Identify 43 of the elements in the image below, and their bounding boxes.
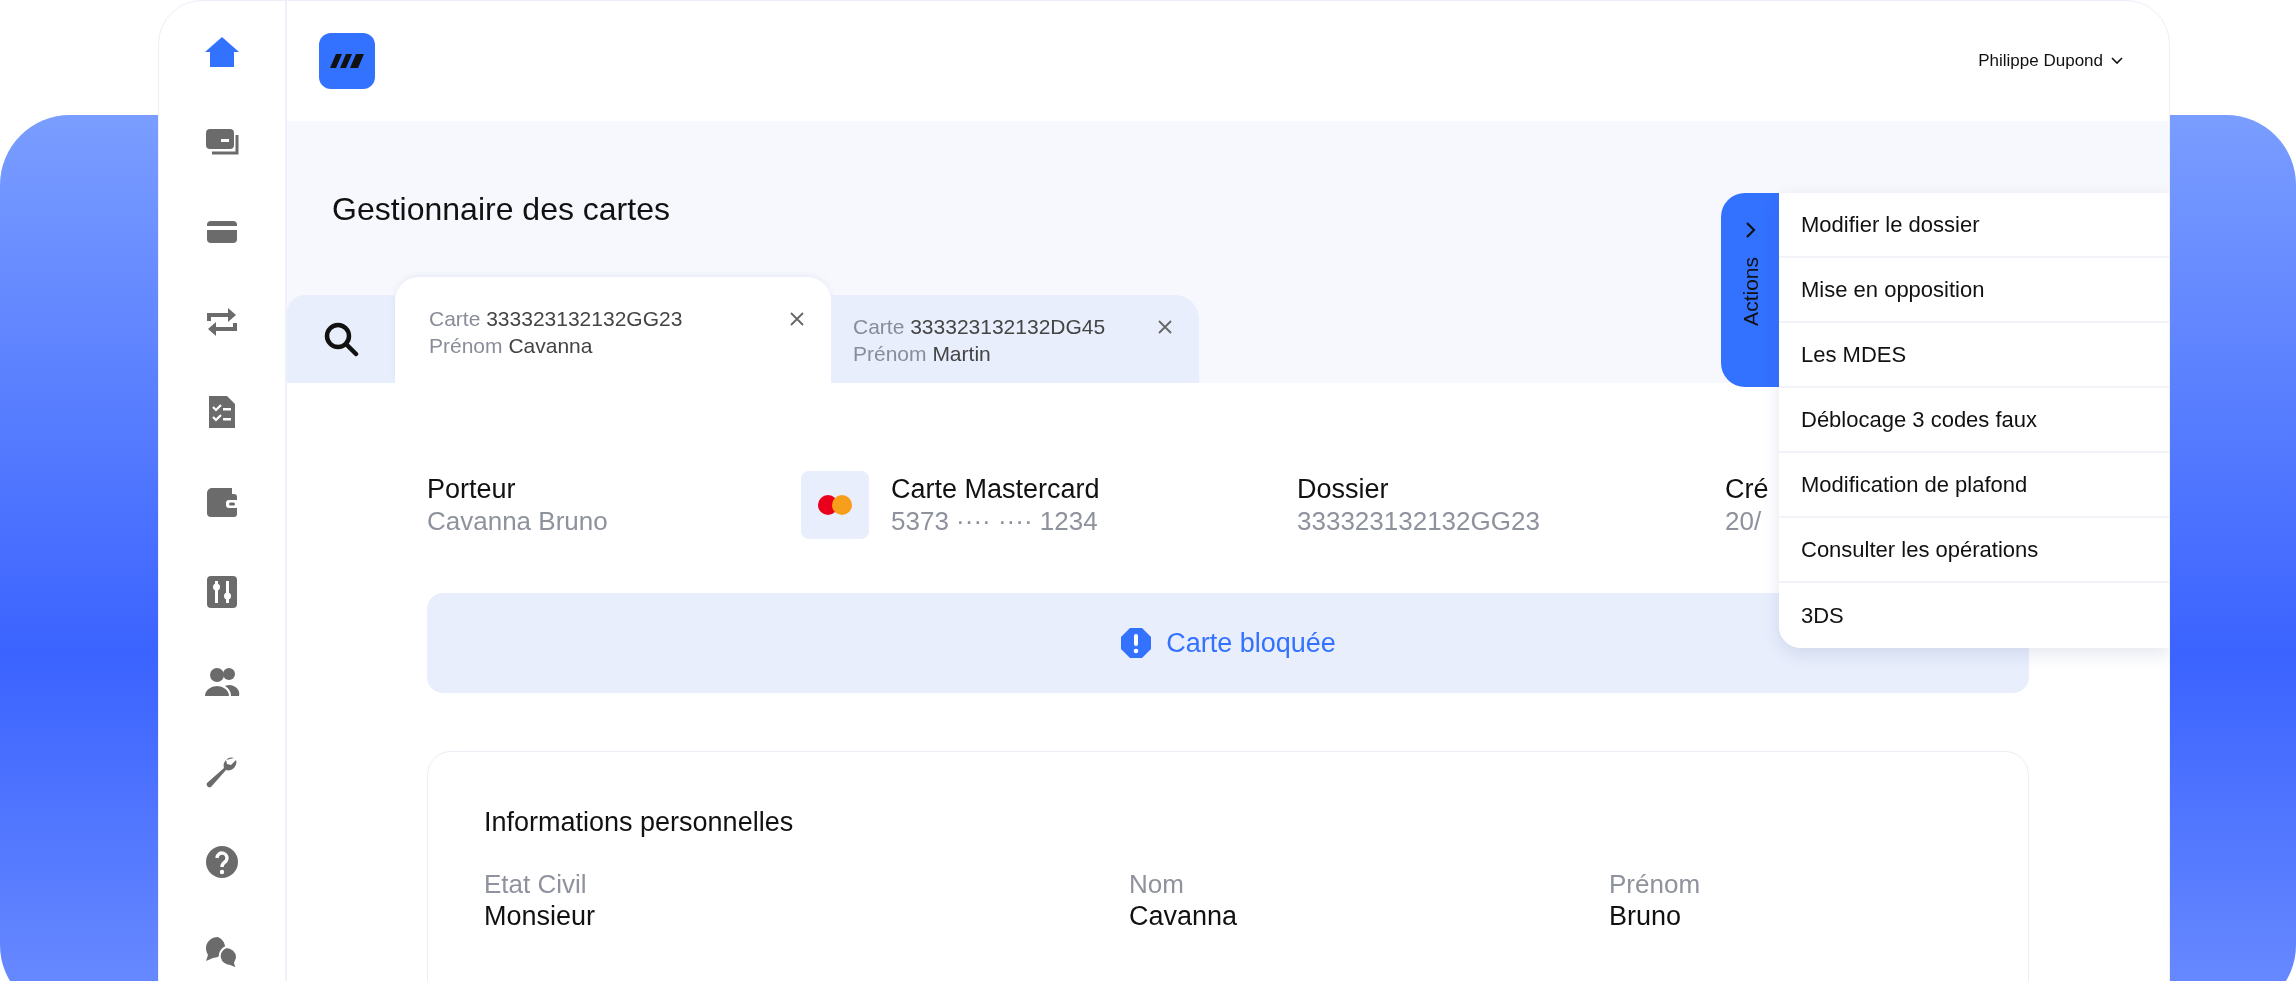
chevron-right-icon — [1744, 221, 1758, 239]
wallet-icon[interactable] — [204, 485, 240, 519]
menu-item[interactable]: Modification de plafond — [1779, 453, 2169, 518]
field-label: Prénom — [1609, 868, 1702, 900]
menu-item[interactable]: Consulter les opérations — [1779, 518, 2169, 583]
user-menu[interactable]: Philippe Dupond — [1972, 47, 2129, 75]
users-icon[interactable] — [204, 665, 240, 699]
app-logo[interactable] — [319, 33, 375, 89]
field-label: Cré — [1725, 473, 1769, 506]
search-icon — [323, 321, 359, 357]
chevron-down-icon — [2111, 57, 2123, 65]
field-value: 333323132132GG23 — [1297, 505, 1540, 537]
section-title: Informations personnelles — [484, 806, 795, 839]
card-tab[interactable]: Carte 333323132132GG23 Prénom Cavanna — [395, 277, 831, 383]
warning-icon — [1120, 627, 1153, 659]
menu-item[interactable]: Déblocage 3 codes faux — [1779, 388, 2169, 453]
sliders-icon[interactable] — [204, 575, 240, 609]
menu-item[interactable]: 3DS — [1779, 583, 2169, 648]
card-tab[interactable]: Carte 333323132132DG45 Prénom Martin — [831, 295, 1199, 383]
field-label: Etat Civil — [484, 868, 588, 900]
menu-item[interactable]: Mise en opposition — [1779, 258, 2169, 323]
field-value: Cavanna Bruno — [427, 505, 608, 537]
field-label: Nom — [1129, 868, 1185, 900]
tab-label: Carte 333323132132DG45 Prénom Martin — [853, 314, 1106, 368]
page-title: Gestionnaire des cartes — [332, 190, 670, 229]
card-brand-icon — [801, 471, 869, 539]
status-text: Carte bloquée — [1166, 626, 1336, 660]
field-label: Carte Mastercard — [891, 473, 1100, 506]
field-value: Cavanna — [1129, 899, 1239, 933]
field-label: Porteur — [427, 473, 517, 506]
menu-item[interactable]: Modifier le dossier — [1779, 193, 2169, 258]
home-icon[interactable] — [204, 35, 240, 69]
field-value: Monsieur — [484, 899, 597, 933]
field-value: 20/ — [1725, 505, 1763, 537]
search-button[interactable] — [287, 295, 395, 383]
help-icon[interactable] — [204, 845, 240, 879]
field-value: Bruno — [1609, 899, 1683, 933]
transfer-arrows-icon[interactable] — [204, 305, 240, 339]
menu-item[interactable]: Les MDES — [1779, 323, 2169, 388]
tab-label: Carte 333323132132GG23 Prénom Cavanna — [429, 306, 683, 360]
field-value: 5373 ···· ···· 1234 — [891, 505, 1099, 537]
field-label: Dossier — [1297, 473, 1390, 506]
actions-tab[interactable]: Actions — [1721, 193, 1781, 387]
